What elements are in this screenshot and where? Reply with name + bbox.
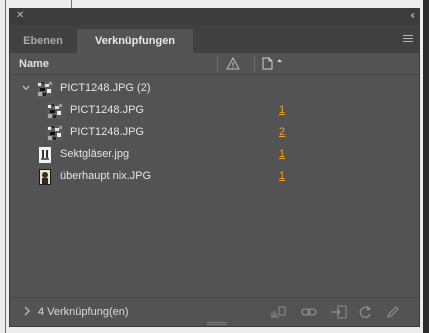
link-name: Sektgläser.jpg [60,148,130,160]
panel-menu-icon[interactable] [403,35,413,44]
image-thumbnail-icon [37,81,53,97]
page-link[interactable]: 1 [277,148,287,160]
page-sort-icon[interactable] [262,57,286,70]
update-link-icon[interactable] [356,304,374,320]
image-thumbnail-icon [39,147,51,163]
relink-cc-icon[interactable] [269,304,287,320]
column-divider [217,56,218,72]
link-row[interactable]: PICT1248.JPG (2) [10,78,419,100]
warning-icon[interactable] [226,57,240,70]
close-icon[interactable]: ✕ [16,10,24,21]
collapse-icon[interactable]: ‹‹ [410,10,414,21]
chevron-right-icon[interactable] [23,306,31,316]
resize-grip[interactable] [207,322,227,326]
link-row[interactable]: überhaupt nix.JPG 1 [10,166,419,188]
panel-footer: 4 Verknüpfung(en) [10,297,419,326]
column-divider [254,56,255,72]
column-header: Name [10,54,419,75]
go-to-link-icon[interactable] [330,304,348,320]
tab-bar: Ebenen Verknüpfungen [10,25,419,53]
link-count: 4 Verknüpfung(en) [38,306,129,318]
chain-link-icon[interactable] [300,304,318,320]
panel-titlebar[interactable]: ✕ ‹‹ [10,9,419,25]
column-name[interactable]: Name [19,58,49,70]
link-row[interactable]: Sektgläser.jpg 1 [10,144,419,166]
edit-original-icon[interactable] [384,304,402,320]
link-row[interactable]: PICT1248.JPG 2 [10,122,419,144]
tab-ebenen[interactable]: Ebenen [10,29,76,53]
image-thumbnail-icon [39,169,51,185]
image-thumbnail-icon [47,103,63,119]
link-name: überhaupt nix.JPG [60,170,152,182]
link-name: PICT1248.JPG (2) [60,82,151,94]
link-row[interactable]: PICT1248.JPG 1 [10,100,419,122]
link-name: PICT1248.JPG [70,126,144,138]
links-panel: ✕ ‹‹ Ebenen Verknüpfungen Name PICT1248.… [9,8,420,327]
page-link[interactable]: 1 [277,104,287,116]
tab-verknuepfungen[interactable]: Verknüpfungen [77,29,193,53]
chevron-down-icon[interactable] [21,83,31,93]
link-name: PICT1248.JPG [70,104,144,116]
image-thumbnail-icon [47,125,63,141]
document-guide [71,0,72,8]
document-edge-line [5,0,6,333]
page-link[interactable]: 2 [277,126,287,138]
page-link[interactable]: 1 [277,170,287,182]
document-edge-dark [423,0,429,333]
